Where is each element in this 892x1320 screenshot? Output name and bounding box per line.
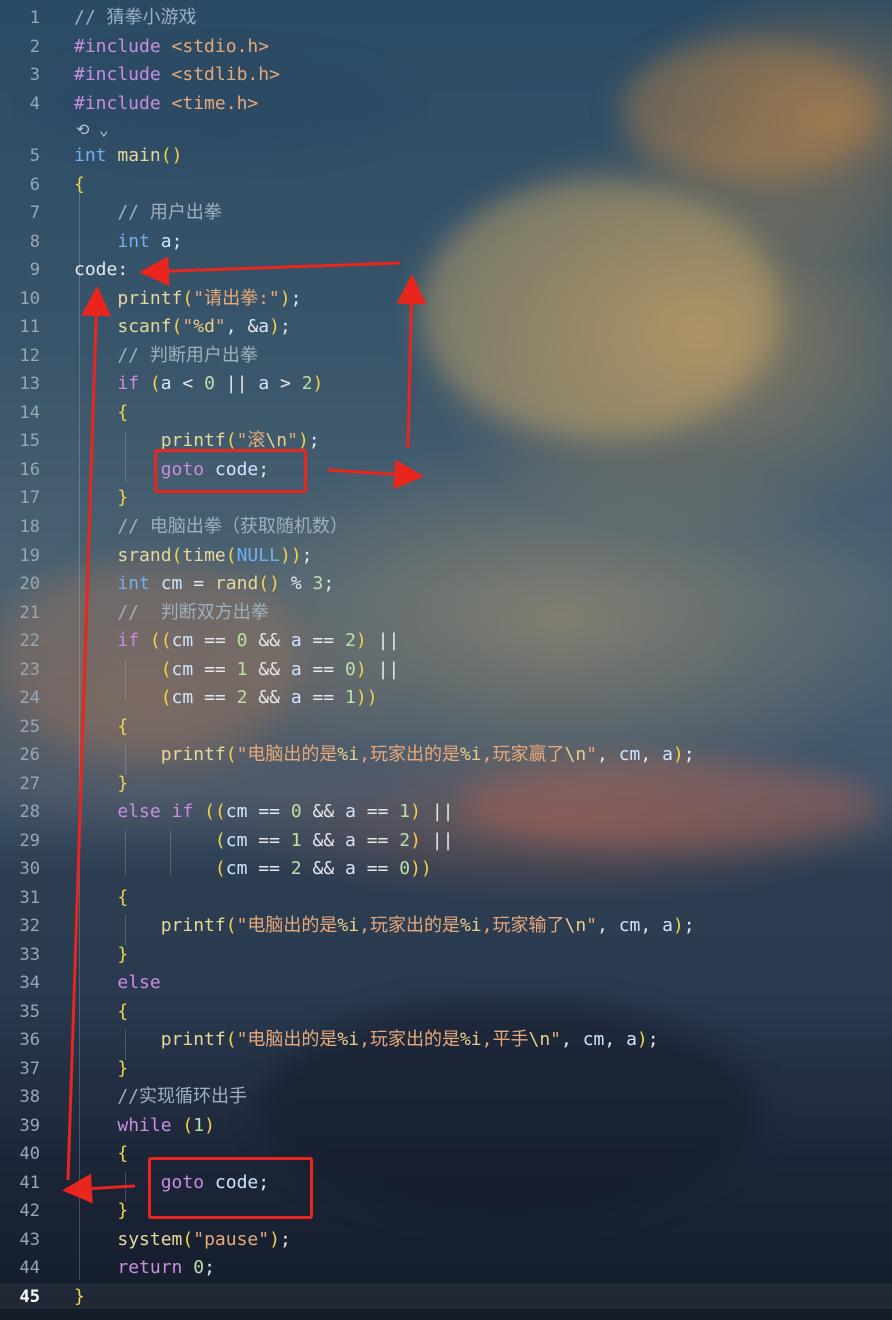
- arrow-to-code-label-top: [139, 256, 401, 287]
- annotation-arrows: [62, 256, 427, 1204]
- arrow-up-right: [396, 274, 427, 449]
- arrow-left-line41: [62, 1173, 136, 1204]
- arrow-right-line16: [327, 459, 424, 490]
- arrow-up-left: [66, 286, 112, 1181]
